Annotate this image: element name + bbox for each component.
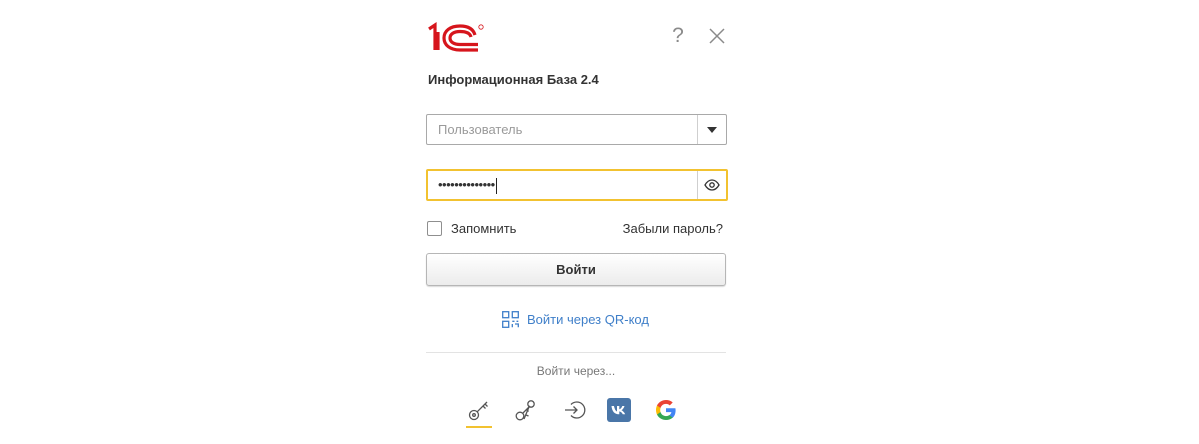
vk-login-button[interactable]: [605, 396, 633, 424]
qr-code-icon: [502, 311, 519, 328]
show-password-button[interactable]: [697, 171, 726, 199]
google-icon: [656, 400, 676, 420]
text-caret: [495, 177, 497, 194]
sign-in-icon: [565, 401, 586, 419]
1c-logo-icon: [426, 22, 486, 56]
qr-login-label: Войти через QR-код: [527, 312, 649, 327]
password-field: ••••••••••••••: [426, 169, 728, 201]
keys-icon: [515, 400, 535, 421]
divider: [426, 352, 726, 353]
eye-icon: [704, 179, 720, 191]
close-button[interactable]: [705, 24, 729, 48]
google-login-button[interactable]: [652, 396, 680, 424]
password-input[interactable]: ••••••••••••••: [428, 171, 697, 199]
login-button[interactable]: Войти: [426, 253, 726, 286]
forgot-password-link[interactable]: Забыли пароль?: [623, 221, 723, 236]
username-input[interactable]: [427, 115, 697, 144]
password-masked-value: ••••••••••••••: [438, 177, 495, 192]
alternative-login-label: Войти через...: [536, 364, 616, 378]
close-icon: [709, 28, 725, 44]
keys-login-button[interactable]: [512, 396, 540, 424]
key-login-button[interactable]: [465, 396, 493, 428]
remember-checkbox[interactable]: Запомнить: [427, 221, 516, 236]
checkbox-box[interactable]: [427, 221, 442, 236]
username-dropdown-button[interactable]: [697, 115, 726, 144]
help-button[interactable]: ?: [666, 24, 690, 48]
username-field: [426, 114, 727, 145]
alternative-login-methods: [426, 396, 727, 430]
chevron-down-icon: [707, 126, 717, 133]
login-panel: ? Информационная База 2.4 ••••••••••••••…: [426, 0, 729, 444]
sign-in-login-button[interactable]: [561, 396, 589, 424]
vk-icon: [607, 398, 631, 422]
remember-label: Запомнить: [451, 221, 517, 236]
qr-login-link[interactable]: Войти через QR-код: [502, 311, 649, 328]
key-icon: [468, 401, 488, 421]
infobase-title: Информационная База 2.4: [428, 72, 599, 87]
help-icon: ?: [672, 24, 684, 47]
